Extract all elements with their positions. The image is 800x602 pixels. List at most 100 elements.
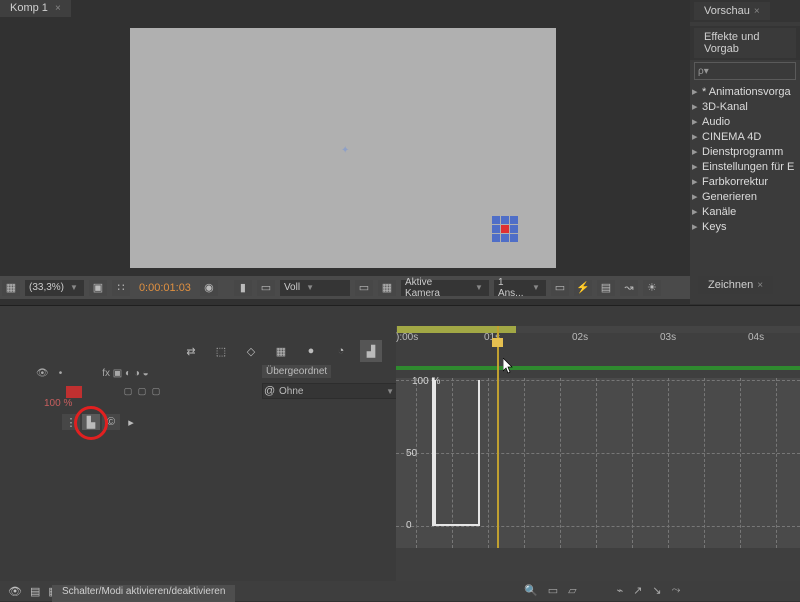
comp-tab[interactable]: Komp 1 × (0, 0, 71, 17)
expression-button[interactable]: © (102, 414, 120, 430)
graph-tool-button[interactable]: 🔍 (524, 584, 538, 597)
chevron-down-icon: ▼ (70, 283, 78, 292)
layer-color-swatch (66, 386, 82, 398)
draw-tab-label: Zeichnen (708, 279, 753, 291)
graph-tool-button[interactable]: ⌁ (617, 584, 624, 597)
tree-item[interactable]: ▸Keys (692, 219, 798, 234)
zoom-value: (33,3%) (29, 282, 64, 293)
mouse-cursor-icon (503, 358, 515, 375)
nav-button[interactable]: ▸ (122, 414, 140, 430)
switch-icon[interactable]: ▢ (150, 386, 162, 398)
tree-item[interactable]: ▸Audio (692, 114, 798, 129)
tool-button[interactable]: ⬚ (210, 340, 232, 362)
time-tick: 02s (572, 332, 588, 343)
arrow-right-icon: ▸ (692, 190, 702, 203)
switch-icon[interactable]: ▢ (136, 386, 148, 398)
work-area-ruler[interactable] (396, 326, 800, 333)
arrow-right-icon: ▸ (692, 100, 702, 113)
comp-tab-label: Komp 1 (10, 2, 48, 14)
property-value[interactable]: 100 % (44, 398, 72, 409)
graph-curve[interactable] (434, 380, 480, 526)
cached-preview-bar (396, 366, 800, 370)
tree-item[interactable]: ▸Einstellungen für E (692, 159, 798, 174)
timeline-panel: ⇄ ⬚ ◇ ▦ ● ◔ ▟ 👁 • fx ▣ ◐ ◑ ◒ ▢ ▢ ▢ 100 %… (0, 305, 800, 601)
transparency-grid-button[interactable]: ▦ (378, 280, 396, 296)
arrow-right-icon: ▸ (692, 85, 702, 98)
graph-tool-button[interactable]: ⤳ (672, 584, 681, 597)
views-select[interactable]: 1 Ans... ▼ (494, 280, 546, 296)
timecode-button[interactable]: ▤ (597, 280, 615, 296)
graph-tool-button[interactable]: ↗ (633, 584, 642, 597)
arrow-right-icon: ▸ (692, 115, 702, 128)
fast-preview-button[interactable]: ⚡ (574, 280, 592, 296)
lock-col-icon: • (59, 368, 63, 379)
tool-button[interactable]: ◔ (330, 340, 352, 362)
draw-panel-tab[interactable]: Zeichnen × (698, 276, 773, 294)
resolution-value: Voll (284, 282, 300, 293)
views-value: 1 Ans... (498, 277, 526, 299)
snapshot-button[interactable]: ◉ (200, 280, 218, 296)
arrow-right-icon: ▸ (692, 130, 702, 143)
safe-zones-button[interactable]: ▣ (89, 280, 107, 296)
arrow-right-icon: ▸ (692, 160, 702, 173)
tool-button[interactable]: ▦ (270, 340, 292, 362)
tree-item[interactable]: ▸Generieren (692, 189, 798, 204)
tree-item[interactable]: ▸Dienstprogramm (692, 144, 798, 159)
graph-editor-toggle[interactable]: ▙ (82, 414, 100, 430)
value-graph[interactable]: 100 % 50 0 (396, 378, 800, 548)
composition-viewer[interactable]: ✦ (130, 28, 556, 268)
tool-button[interactable]: ⇄ (180, 340, 202, 362)
arrow-right-icon: ▸ (692, 175, 702, 188)
toggle-channels-button[interactable]: ▦ (2, 280, 20, 296)
layer-square[interactable] (492, 216, 518, 242)
tree-item[interactable]: ▸Kanäle (692, 204, 798, 219)
3d-view-value: Aktive Kamera (405, 277, 469, 299)
roi-button[interactable]: ▭ (355, 280, 373, 296)
zoom-select[interactable]: (33,3%) ▼ (25, 280, 84, 296)
close-icon[interactable]: × (757, 280, 763, 291)
y-axis-label: 50 (406, 448, 417, 459)
resolution-select[interactable]: Voll▼ (280, 280, 350, 296)
exposure-button[interactable]: ☀ (643, 280, 661, 296)
pixel-ar-button[interactable]: ▭ (551, 280, 569, 296)
pickwhip-icon[interactable]: @ (264, 385, 275, 397)
tree-item[interactable]: ▸3D-Kanal (692, 99, 798, 114)
time-ruler[interactable]: ):00s 01s 02s 03s 04s (396, 333, 800, 353)
parent-select[interactable]: Ohne ▼ (262, 383, 398, 399)
channel-alpha-button[interactable]: ▭ (257, 280, 275, 296)
graph-editor-button[interactable]: ▟ (360, 340, 382, 362)
graph-tool-button[interactable]: ▱ (568, 584, 576, 597)
tree-item[interactable]: ▸CINEMA 4D (692, 129, 798, 144)
graph-tool-button[interactable]: ↘ (652, 584, 661, 597)
switch-icon[interactable]: ▢ (122, 386, 134, 398)
parent-header: Übergeordnet (262, 365, 331, 378)
tool-button[interactable]: ◇ (240, 340, 262, 362)
parent-value: Ohne (279, 386, 303, 397)
preview-panel-tab[interactable]: Vorschau× (694, 2, 770, 20)
arrow-right-icon: ▸ (692, 220, 702, 233)
chevron-down-icon: ▼ (532, 283, 540, 292)
effects-tree: ▸* Animationsvorga ▸3D-Kanal ▸Audio ▸CIN… (690, 82, 800, 236)
effects-panel-tab[interactable]: Effekte und Vorgab (694, 28, 796, 58)
tool-button[interactable]: ● (300, 340, 322, 362)
prop-graph-button[interactable]: ⋮ (62, 414, 80, 430)
search-icon: ρ▾ (698, 66, 709, 77)
grid-button[interactable]: ∷ (112, 280, 130, 296)
current-time-indicator[interactable] (497, 326, 499, 548)
switches-col-icon: fx ▣ ◐ ◑ ◒ (102, 368, 148, 379)
toggle-button[interactable]: ▤ (30, 585, 40, 598)
tree-item[interactable]: ▸Farbkorrektur (692, 174, 798, 189)
current-time[interactable]: 0:00:01:03 (135, 282, 195, 294)
toggle-button[interactable]: 👁 (8, 585, 22, 598)
flow-button[interactable]: ↝ (620, 280, 638, 296)
cti-playhead[interactable] (492, 338, 503, 347)
channel-rgb-button[interactable]: ▮ (234, 280, 252, 296)
time-tick: 04s (748, 332, 764, 343)
close-icon[interactable]: × (55, 3, 61, 14)
tree-item[interactable]: ▸* Animationsvorga (692, 84, 798, 99)
3d-view-select[interactable]: Aktive Kamera▼ (401, 280, 489, 296)
graph-tool-button[interactable]: ▭ (548, 584, 558, 597)
close-icon[interactable]: × (754, 6, 760, 17)
effects-search-input[interactable]: ρ▾ (694, 62, 796, 80)
graph-curve (432, 378, 434, 526)
